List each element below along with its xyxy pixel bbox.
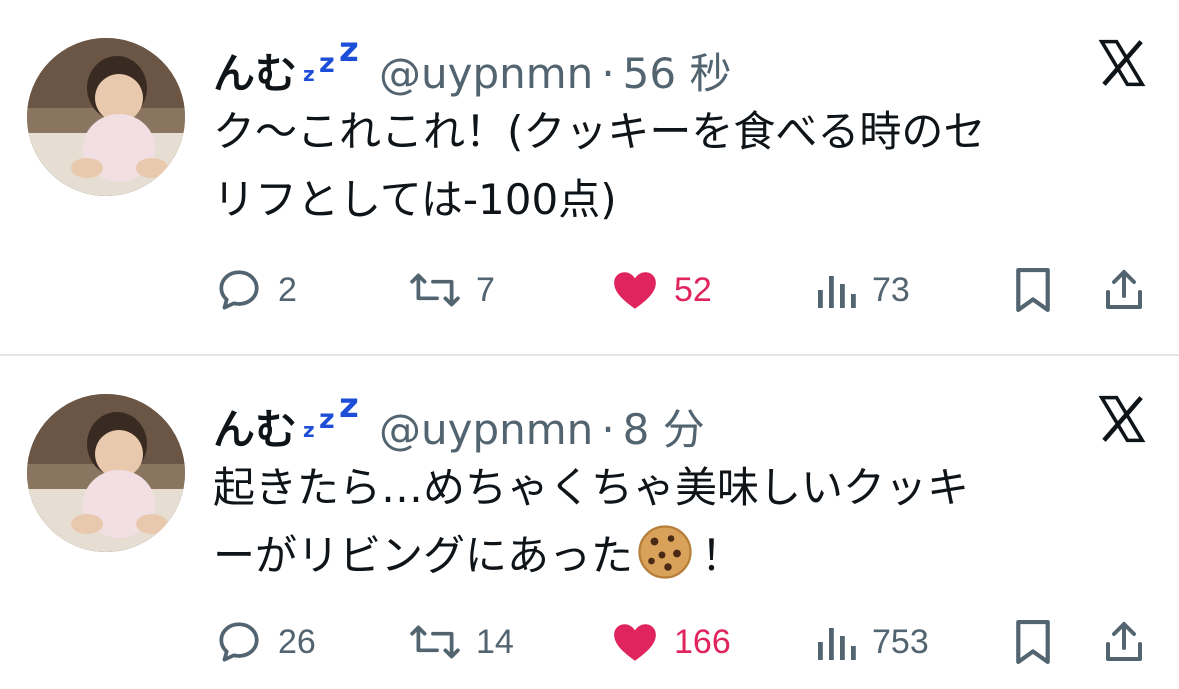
views-count: 753	[872, 622, 929, 661]
baby-photo-avatar-icon	[27, 38, 185, 196]
user-handle[interactable]: @uypnmn	[379, 405, 593, 454]
tweet-text-line: 起きたら…めちゃくちゃ美味しいクッキ	[213, 463, 970, 512]
display-name[interactable]: んむ	[213, 40, 297, 101]
display-name[interactable]: んむ	[213, 396, 297, 457]
avatar[interactable]	[27, 394, 185, 552]
reply-button[interactable]: 2	[214, 262, 297, 318]
retweet-icon	[410, 625, 460, 659]
reply-button[interactable]: 26	[214, 614, 316, 670]
bookmark-icon	[1016, 619, 1050, 665]
views-button[interactable]: 73	[814, 262, 910, 318]
reply-icon	[219, 270, 259, 310]
like-count: 52	[674, 270, 712, 309]
sleeping-emoji-icon: z z z	[303, 30, 359, 86]
reply-icon	[219, 622, 259, 662]
views-button[interactable]: 753	[814, 614, 929, 670]
action-bar: 26 14 166 753	[0, 614, 1179, 670]
timestamp[interactable]: 56 秒	[623, 40, 732, 101]
avatar[interactable]	[27, 38, 185, 196]
timeline-feed: んむ z z z @uypnmn · 56 秒 ク〜これこれ！(クッキーを食べる…	[0, 0, 1179, 689]
share-icon	[1106, 270, 1142, 309]
share-button[interactable]	[1100, 262, 1148, 318]
reply-count: 2	[278, 270, 297, 309]
like-button[interactable]: 52	[610, 262, 712, 318]
tweet[interactable]: んむ z z z @uypnmn · 56 秒 ク〜これこれ！(クッキーを食べる…	[0, 0, 1179, 354]
separator: ·	[601, 405, 615, 454]
bookmark-icon	[1016, 267, 1050, 313]
share-icon	[1106, 622, 1142, 661]
x-logo-icon[interactable]	[1095, 392, 1149, 446]
views-icon	[818, 628, 856, 660]
tweet-text: 起きたら…めちゃくちゃ美味しいクッキ ーがリビングにあった ！	[213, 454, 1153, 590]
action-bar: 2 7 52 73	[0, 262, 1179, 318]
retweet-button[interactable]: 7	[408, 262, 495, 318]
sleeping-emoji-icon: z z z	[303, 386, 359, 442]
x-logo-icon[interactable]	[1095, 36, 1149, 90]
cookie-emoji-icon	[638, 525, 692, 579]
share-button[interactable]	[1100, 614, 1148, 670]
retweet-button[interactable]: 14	[408, 614, 514, 670]
retweet-count: 14	[476, 622, 514, 661]
baby-photo-avatar-icon	[27, 394, 185, 552]
bookmark-button[interactable]	[1012, 262, 1054, 318]
bookmark-button[interactable]	[1012, 614, 1054, 670]
tweet-text: ク〜これこれ！(クッキーを食べる時のセ リフとしては-100点)	[213, 98, 1153, 234]
separator: ·	[601, 49, 615, 98]
tweet-text-line: ーがリビングにあった ！	[213, 522, 1153, 590]
tweet-header: んむ z z z @uypnmn · 56 秒	[213, 30, 731, 98]
like-count: 166	[674, 622, 731, 661]
tweet[interactable]: んむ z z z @uypnmn · 8 分 起きたら…めちゃくちゃ美味しいクッ…	[0, 356, 1179, 689]
like-button[interactable]: 166	[610, 614, 731, 670]
tweet-header: んむ z z z @uypnmn · 8 分	[213, 386, 705, 454]
retweet-count: 7	[476, 270, 495, 309]
views-icon	[818, 276, 856, 308]
heart-icon	[614, 624, 656, 661]
heart-icon	[614, 272, 656, 309]
user-handle[interactable]: @uypnmn	[379, 49, 593, 98]
reply-count: 26	[278, 622, 316, 661]
tweet-text-line: リフとしては-100点)	[213, 175, 617, 224]
retweet-icon	[410, 273, 460, 307]
timestamp[interactable]: 8 分	[623, 396, 705, 457]
views-count: 73	[872, 270, 910, 309]
tweet-text-line: ク〜これこれ！(クッキーを食べる時のセ	[213, 107, 986, 156]
